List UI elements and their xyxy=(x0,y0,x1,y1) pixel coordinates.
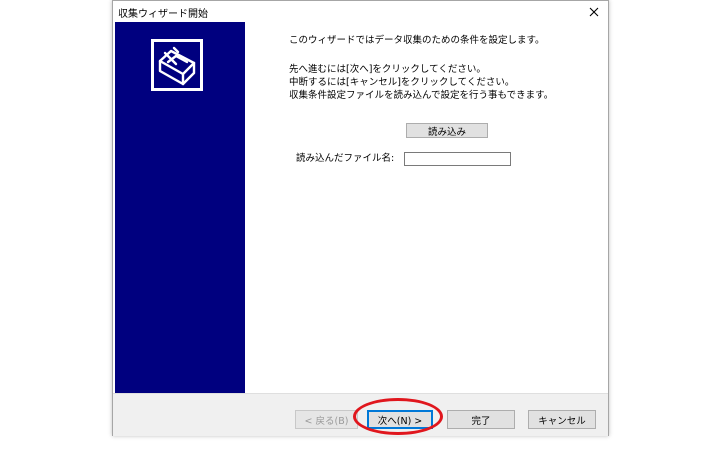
wizard-side-panel xyxy=(115,22,245,393)
window-title: 収集ウィザード開始 xyxy=(118,9,208,20)
load-button[interactable]: 読み込み xyxy=(406,123,488,138)
close-icon xyxy=(589,7,599,16)
wizard-logo xyxy=(151,39,203,91)
instruction-load: 収集条件設定ファイルを読み込んで設定を行う事もできます。 xyxy=(289,90,554,101)
cancel-button[interactable]: キャンセル xyxy=(528,410,596,429)
file-name-label: 読み込んだファイル名: xyxy=(296,153,395,164)
wizard-box-icon xyxy=(158,46,196,86)
wizard-content: このウィザードではデータ収集のための条件を設定します。 先へ進むには[次へ]をク… xyxy=(246,22,607,393)
next-button-highlight xyxy=(353,398,443,435)
close-button[interactable] xyxy=(580,1,608,22)
title-bar: 収集ウィザード開始 xyxy=(113,1,608,22)
file-name-field[interactable] xyxy=(404,152,511,166)
instruction-cancel: 中断するには[キャンセル]をクリックしてください。 xyxy=(289,77,515,88)
intro-text: このウィザードではデータ収集のための条件を設定します。 xyxy=(289,35,545,46)
instruction-next: 先へ進むには[次へ]をクリックしてください。 xyxy=(289,64,486,75)
finish-button[interactable]: 完了 xyxy=(447,410,515,429)
back-button[interactable]: < 戻る(B) xyxy=(295,410,358,429)
wizard-dialog: 収集ウィザード開始 このウィザードではデータ収集のための条件を設定します。 先へ… xyxy=(112,0,609,436)
